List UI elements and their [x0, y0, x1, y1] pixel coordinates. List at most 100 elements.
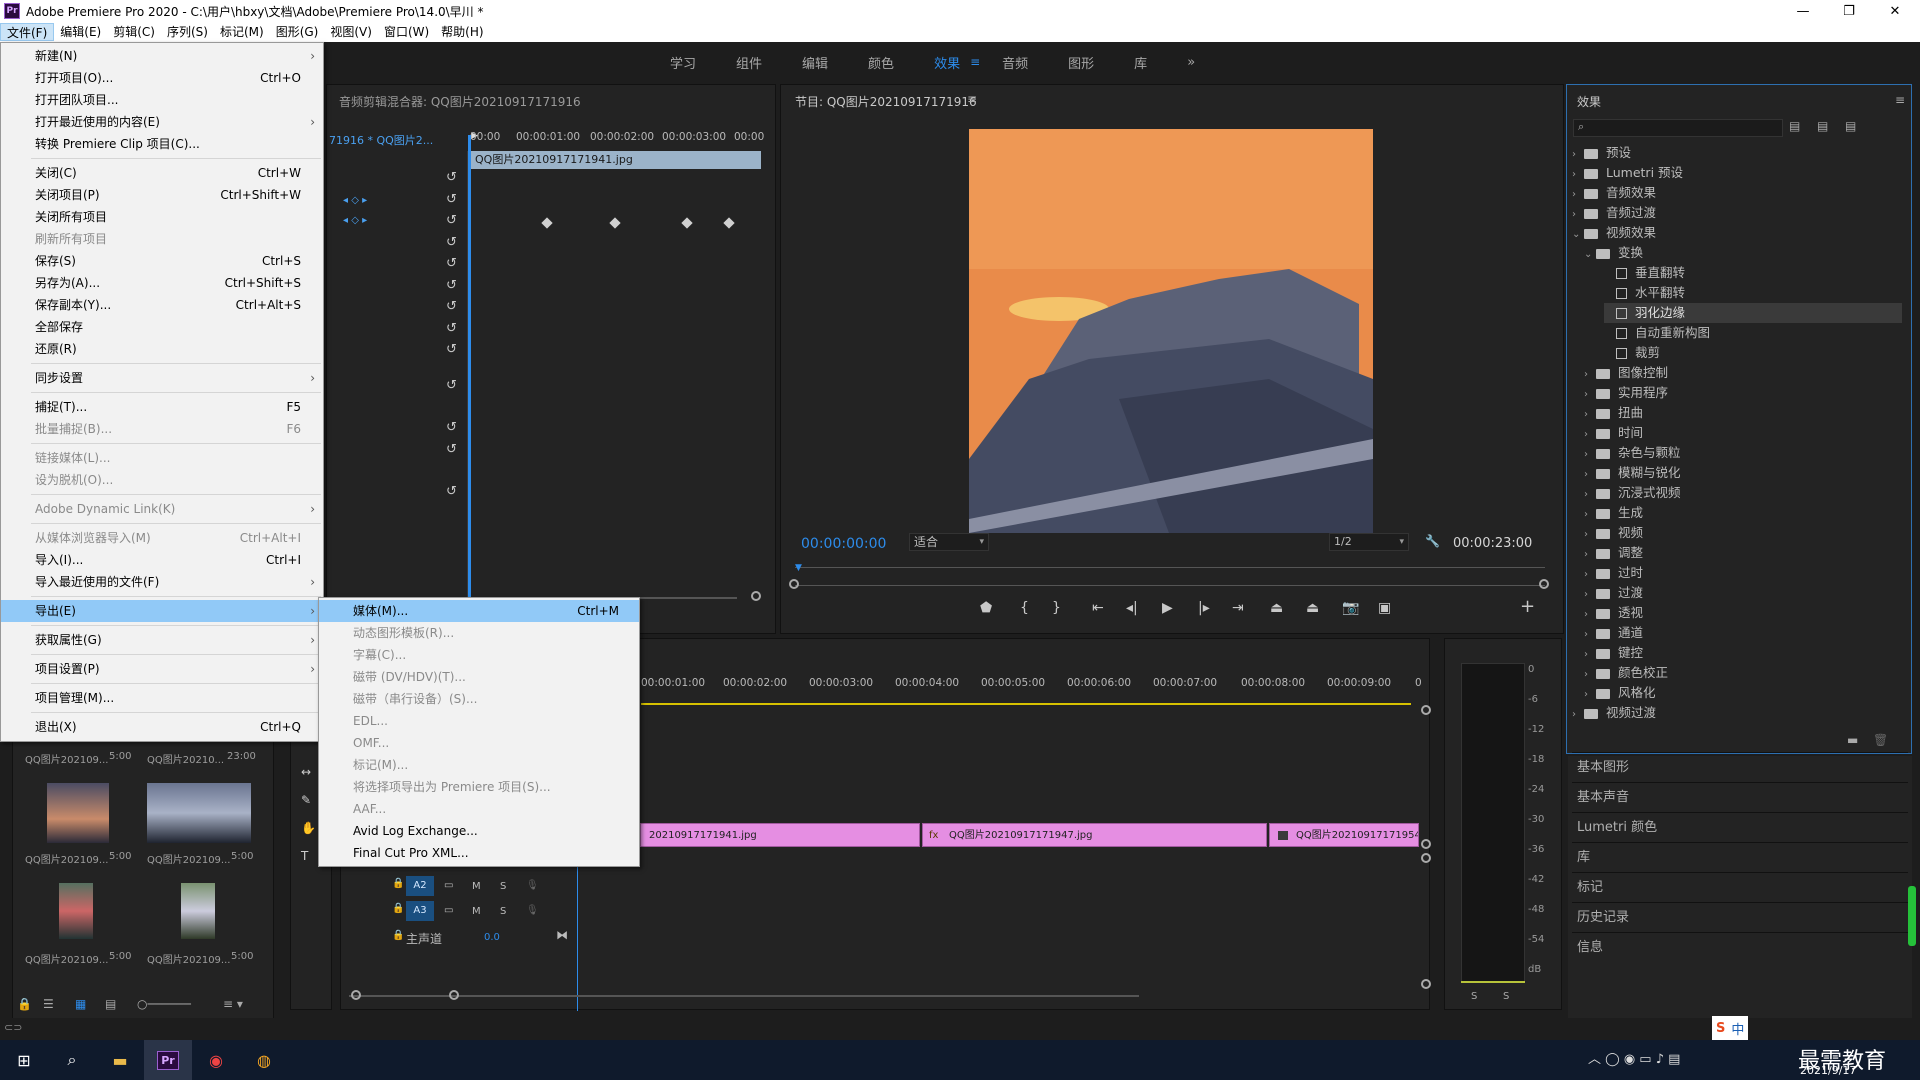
extract-icon[interactable]: ⏏ [1306, 600, 1319, 616]
mark-out-icon[interactable]: } [1052, 600, 1061, 616]
panel-tab[interactable]: 信息 [1572, 932, 1908, 961]
app-icon[interactable]: ◍ [240, 1040, 288, 1080]
effects-search-input[interactable]: ⌕ [1573, 119, 1783, 137]
chevron-right-icon[interactable]: › [1584, 545, 1596, 565]
zoom-handle-left[interactable] [789, 579, 799, 589]
pen-icon[interactable]: ✎ [301, 793, 311, 807]
camera-icon[interactable]: 📷 [1342, 600, 1359, 616]
menu-item-revert[interactable]: 还原(R) [1, 338, 323, 360]
menu-item-sync-settings[interactable]: 同步设置 › [1, 367, 323, 389]
work-area-bar[interactable] [641, 703, 1411, 705]
lift-icon[interactable]: ⏏ [1270, 600, 1283, 616]
freeform-view-icon[interactable]: ▤ [105, 997, 116, 1011]
mic-icon[interactable]: 🎙 [526, 880, 539, 891]
menu-markers[interactable]: 标记(M) [214, 23, 270, 41]
keyframe[interactable] [541, 217, 553, 229]
menu-item-project-settings[interactable]: 项目设置(P) › [1, 658, 323, 680]
solo-button[interactable]: S [500, 881, 506, 892]
keyframe-nav-icon[interactable]: ◂ ◇ ▸ [343, 215, 367, 226]
effects-tree-item[interactable]: › 视频 [1584, 523, 1902, 543]
effects-tree-item[interactable]: › 视频过渡 [1572, 703, 1902, 723]
chevron-right-icon[interactable]: › [1584, 645, 1596, 665]
scroll-handle[interactable] [1421, 979, 1431, 989]
effects-tree-item[interactable]: › 杂色与颗粒 [1584, 443, 1902, 463]
menu-item-batch-capture[interactable]: 批量捕捉(B)... F6 [1, 418, 323, 440]
effects-tree-item[interactable]: › 沉浸式视频 [1584, 483, 1902, 503]
ripple-edit-icon[interactable]: ↔ [301, 765, 311, 779]
effects-tree-item[interactable]: › 调整 [1584, 543, 1902, 563]
step-back-icon[interactable]: ◂| [1126, 600, 1138, 616]
reset-icon[interactable]: ↺ [446, 484, 457, 499]
menu-item-save-as[interactable]: 另存为(A)... Ctrl+Shift+S [1, 272, 323, 294]
chevron-right-icon[interactable]: › [1584, 585, 1596, 605]
reset-icon[interactable]: ↺ [446, 299, 457, 314]
premiere-taskbar-icon[interactable]: Pr [144, 1040, 192, 1080]
mic-icon[interactable]: 🎙 [526, 905, 539, 916]
chevron-right-icon[interactable]: › [1584, 665, 1596, 685]
workspace-assembly[interactable]: 组件 [736, 53, 762, 72]
delete-icon[interactable]: 🗑 [1873, 733, 1888, 747]
menu-item-export-tape-dv[interactable]: 磁带 (DV/HDV)(T)... [319, 666, 639, 688]
chevron-right-icon[interactable]: › [1584, 365, 1596, 385]
menu-item-get-properties[interactable]: 获取属性(G) › [1, 629, 323, 651]
chevron-right-icon[interactable]: › [1584, 605, 1596, 625]
menu-item-export-markers[interactable]: 标记(M)... [319, 754, 639, 776]
effects-tree-item[interactable]: › 模糊与锐化 [1584, 463, 1902, 483]
menu-item-make-offline[interactable]: 设为脱机(O)... [1, 469, 323, 491]
search-icon[interactable]: ⌕ [48, 1040, 96, 1080]
effects-tree-item[interactable]: › 颜色校正 [1584, 663, 1902, 683]
source-clip-tab[interactable]: 71916 * QQ图片2... [327, 131, 463, 151]
scroll-handle[interactable] [751, 591, 761, 601]
effects-tree-item[interactable]: › 音频过渡 [1572, 203, 1902, 223]
reset-icon[interactable]: ↺ [446, 378, 457, 393]
quality-dropdown[interactable]: 1/2 ▾ [1329, 533, 1409, 551]
effects-tree-item[interactable]: › 透视 [1584, 603, 1902, 623]
accelerated-effects-icon[interactable]: ▤ [1789, 119, 1800, 133]
chevron-right-icon[interactable]: › [1584, 485, 1596, 505]
menu-item-close-all[interactable]: 关闭所有项目 [1, 206, 323, 228]
menu-item-save[interactable]: 保存(S) Ctrl+S [1, 250, 323, 272]
menu-window[interactable]: 窗口(W) [378, 23, 435, 41]
chevron-right-icon[interactable]: › [1584, 425, 1596, 445]
menu-item-export-edl[interactable]: EDL... [319, 710, 639, 732]
effects-tree-item[interactable]: › 图像控制 [1584, 363, 1902, 383]
chevron-right-icon[interactable]: › [1584, 445, 1596, 465]
sort-icon[interactable]: ≡ ▾ [223, 997, 243, 1011]
type-tool-icon[interactable]: T [301, 849, 308, 863]
minimize-button[interactable]: — [1780, 0, 1826, 22]
keyframe[interactable] [681, 217, 693, 229]
file-explorer-icon[interactable]: ▬ [96, 1040, 144, 1080]
compare-icon[interactable]: ▣ [1378, 600, 1391, 616]
menu-item-close[interactable]: 关闭(C) Ctrl+W [1, 162, 323, 184]
chevron-right-icon[interactable]: › [1584, 685, 1596, 705]
menu-view[interactable]: 视图(V) [324, 23, 378, 41]
menu-sequence[interactable]: 序列(S) [161, 23, 214, 41]
new-bin-icon[interactable]: ▬ [1847, 733, 1858, 747]
hand-icon[interactable]: ✋ [301, 821, 316, 835]
track-lock-icon[interactable]: 🔒 [392, 930, 404, 941]
mute-button[interactable]: M [472, 906, 481, 917]
source-clip-bar[interactable]: QQ图片20210917171941.jpg [471, 151, 761, 169]
thumbnail[interactable] [47, 783, 109, 843]
maximize-button[interactable]: ❐ [1826, 0, 1872, 22]
panel-tab[interactable]: 历史记录 [1572, 902, 1908, 931]
reset-icon[interactable]: ↺ [446, 213, 457, 228]
effects-tree-item[interactable]: 裁剪 [1604, 343, 1902, 363]
workspace-effects[interactable]: 效果 [934, 53, 960, 72]
effects-tree-item[interactable]: › 实用程序 [1584, 383, 1902, 403]
system-tray-icons[interactable]: ︿ ◯ ◉ ▭ ♪ ▤ [1588, 1048, 1680, 1067]
source-playhead[interactable] [468, 135, 471, 615]
menu-item-export-aaf[interactable]: AAF... [319, 798, 639, 820]
master-volume[interactable]: 0.0 [484, 932, 500, 943]
menu-item-export-captions[interactable]: 字幕(C)... [319, 644, 639, 666]
chrome-icon[interactable]: ◉ [192, 1040, 240, 1080]
workspace-audio[interactable]: 音频 [1002, 53, 1028, 72]
menu-help[interactable]: 帮助(H) [435, 23, 489, 41]
thumbnail[interactable] [147, 783, 251, 843]
reset-icon[interactable]: ↺ [446, 256, 457, 271]
chevron-right-icon[interactable]: › [1584, 505, 1596, 525]
effects-tree-item[interactable]: › 过时 [1584, 563, 1902, 583]
workspace-libraries[interactable]: 库 [1134, 53, 1147, 72]
ime-toolbar[interactable]: S 中 [1712, 1016, 1749, 1040]
panel-tab[interactable]: 基本图形 [1572, 752, 1908, 781]
